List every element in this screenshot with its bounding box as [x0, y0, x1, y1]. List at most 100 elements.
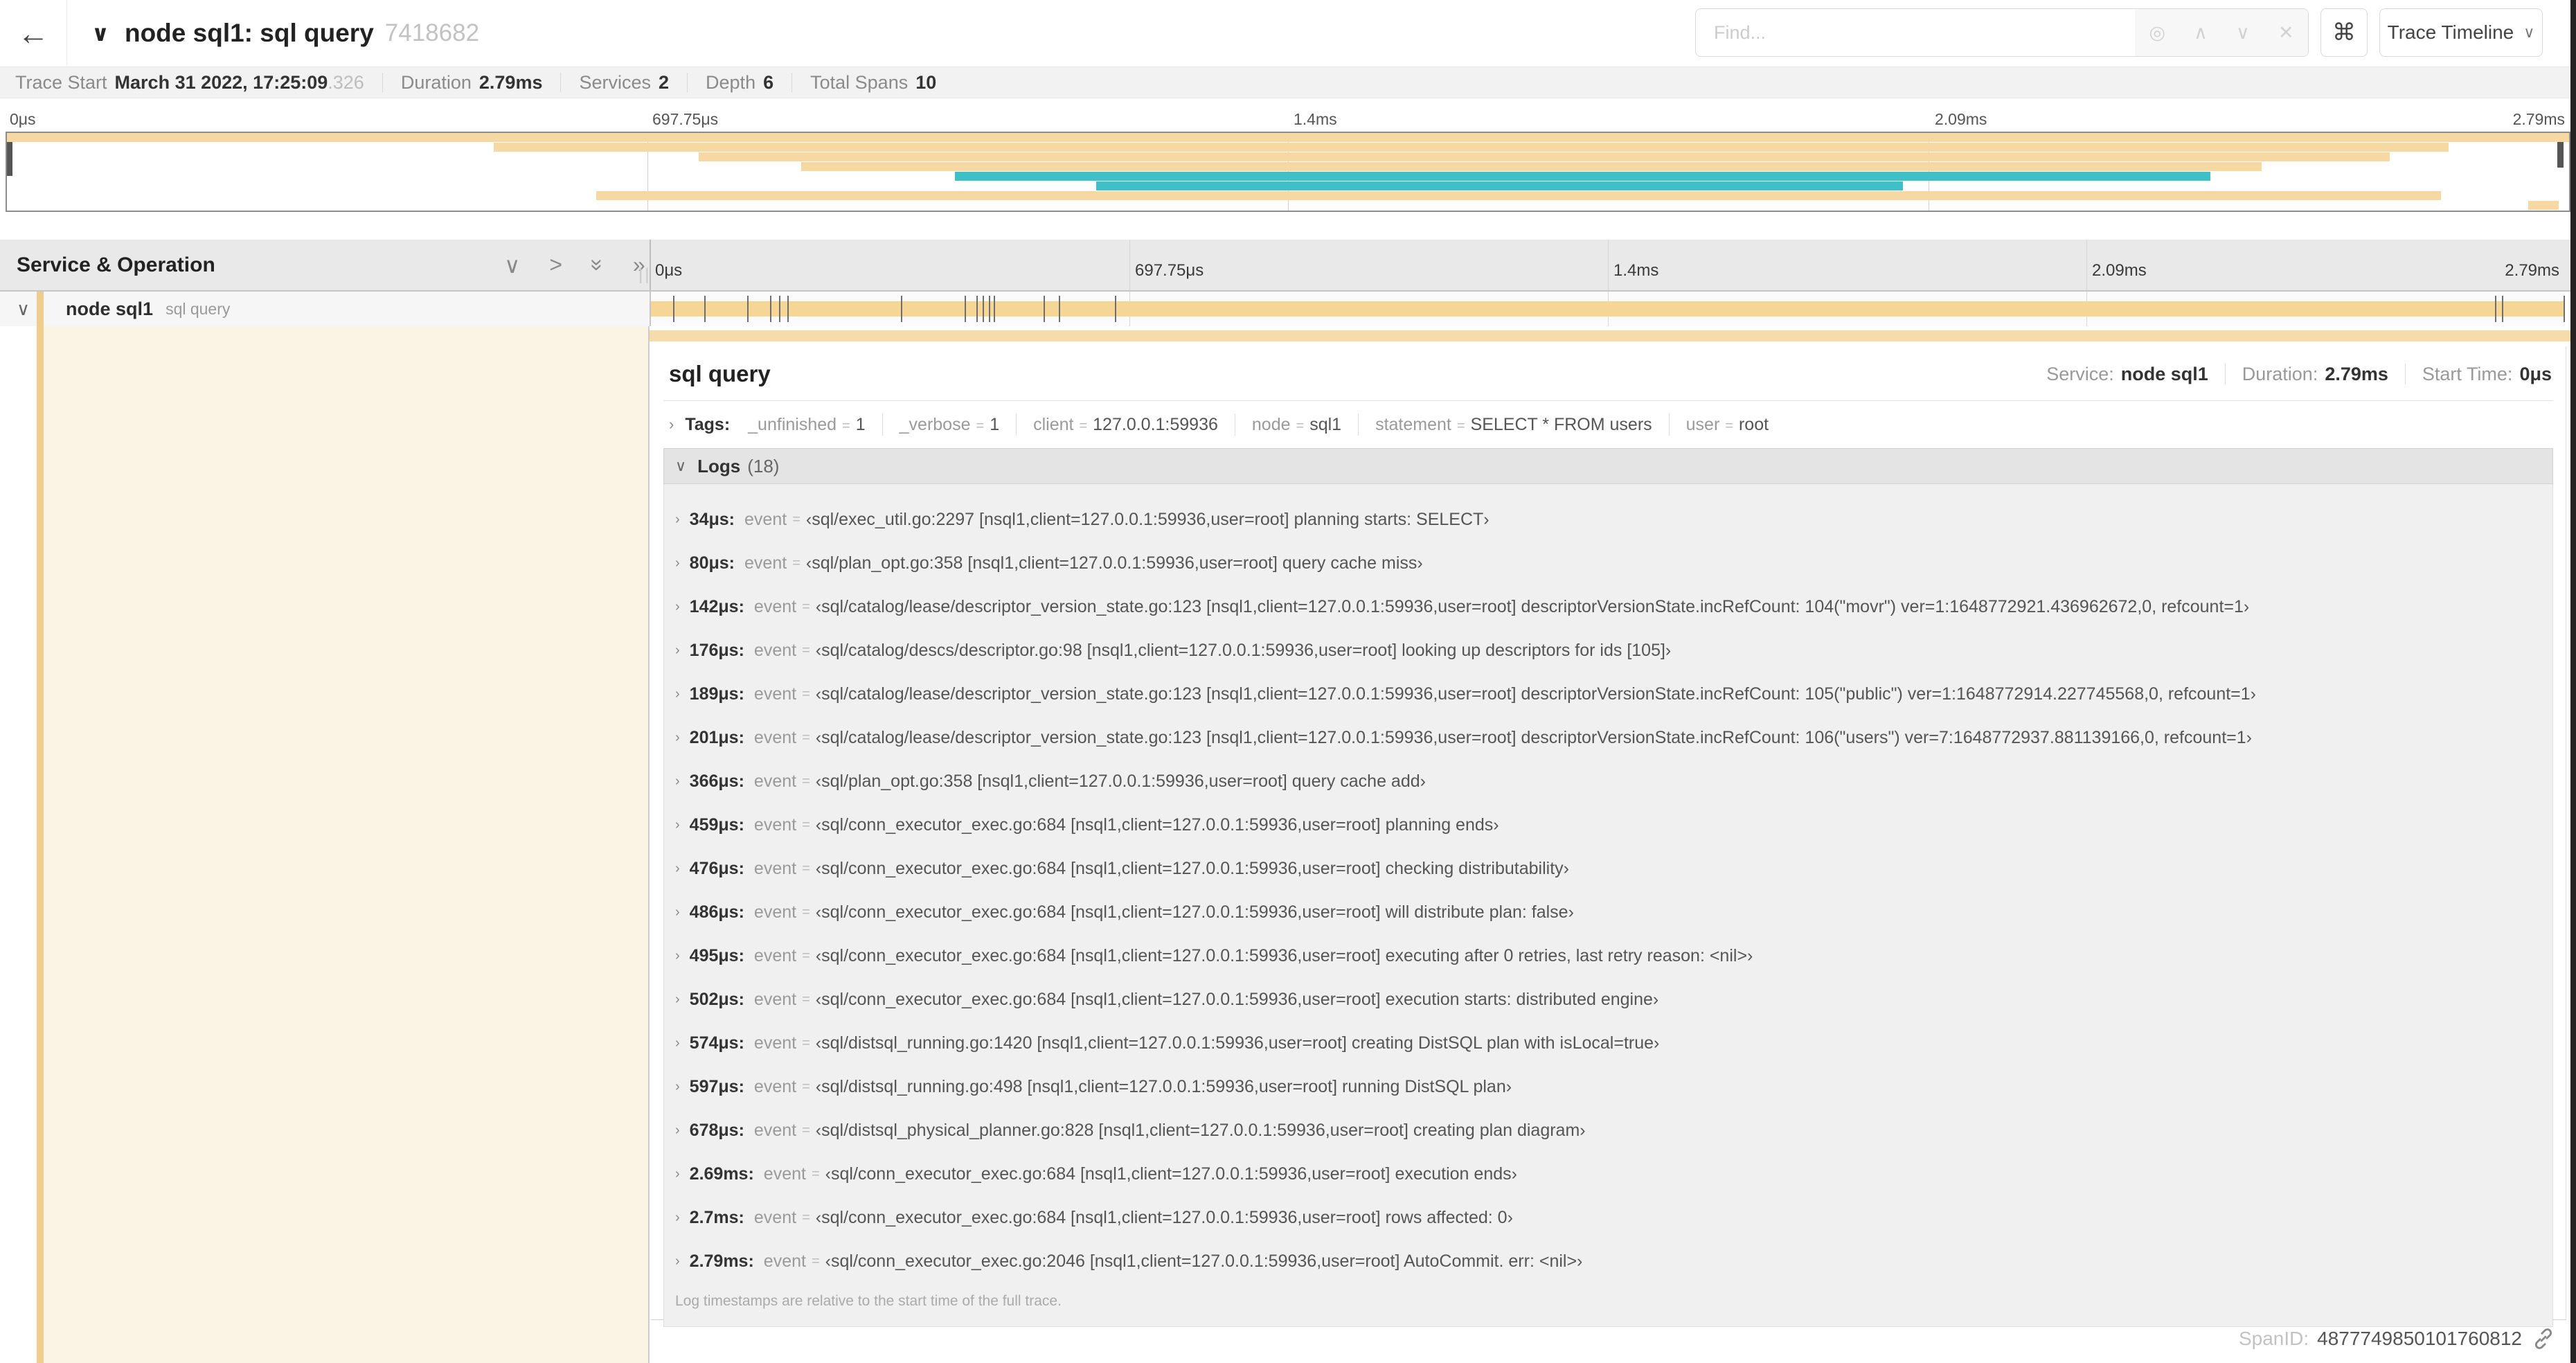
tag-item: client = 127.0.0.1:59936	[1033, 415, 1218, 435]
log-row[interactable]: › 476μs: event = ‹sql/conn_executor_exec.go:…	[664, 847, 2552, 891]
tags-expand-icon[interactable]: ›	[669, 416, 674, 434]
log-field-name: event	[763, 1164, 806, 1184]
log-row[interactable]: › 34μs: event = ‹sql/exec_util.go:2297 [nsql…	[664, 498, 2552, 542]
log-expand-icon[interactable]: ›	[675, 861, 680, 877]
tag-key: node	[1251, 414, 1291, 434]
log-row[interactable]: › 597μs: event = ‹sql/distsql_running.go:498…	[664, 1065, 2552, 1109]
tag-key: client	[1033, 414, 1074, 434]
tick-label: 2.09ms	[1935, 110, 1987, 128]
info-value: 2	[659, 71, 670, 93]
shortcuts-button[interactable]: ⌘	[2320, 8, 2368, 57]
divider	[1016, 413, 1017, 436]
log-row[interactable]: › 2.7ms: event = ‹sql/conn_executor_exec.go:…	[664, 1196, 2552, 1240]
tag-item: user = root	[1686, 415, 1769, 435]
log-timestamp: 142μs:	[689, 597, 744, 616]
log-expand-icon[interactable]: ›	[675, 1123, 680, 1139]
span-collapse-icon[interactable]: ∨	[17, 299, 30, 320]
service-operation-header: Service & Operation ∨ > » » ||	[0, 240, 650, 290]
log-row[interactable]: › 459μs: event = ‹sql/conn_executor_exec.go:…	[664, 803, 2552, 847]
log-expand-icon[interactable]: ›	[675, 599, 680, 615]
log-expand-icon[interactable]: ›	[675, 643, 680, 659]
span-detail-left-gutter	[0, 326, 650, 1363]
span-color-stripe	[37, 292, 44, 326]
expand-one-icon[interactable]: >	[549, 252, 562, 278]
collapse-trace-icon[interactable]: ∨	[91, 20, 109, 46]
log-field-name: event	[753, 728, 797, 747]
log-expand-icon[interactable]: ›	[675, 1166, 680, 1182]
equals-sign: =	[802, 1035, 810, 1051]
timeline-gridline	[1129, 240, 1130, 290]
logs-header[interactable]: ∨ Logs (18)	[663, 448, 2553, 484]
timeline-minimap[interactable]	[6, 132, 2570, 212]
span-row-timeline[interactable]	[650, 292, 2565, 326]
span-detail-accent-bar	[650, 330, 2570, 341]
log-expand-icon[interactable]: ›	[675, 512, 680, 528]
tag-value: 1	[855, 414, 866, 434]
log-expand-icon[interactable]: ›	[675, 555, 680, 571]
log-expand-icon[interactable]: ›	[675, 1035, 680, 1051]
locate-icon[interactable]: ◎	[2149, 22, 2166, 44]
log-expand-icon[interactable]: ›	[675, 774, 680, 790]
log-row[interactable]: › 80μs: event = ‹sql/plan_opt.go:358 [nsql1,…	[664, 542, 2552, 585]
log-row[interactable]: › 201μs: event = ‹sql/catalog/lease/descript…	[664, 716, 2552, 760]
divider	[1358, 413, 1359, 436]
collapse-one-icon[interactable]: ∨	[504, 252, 520, 278]
tag-value: SELECT * FROM users	[1470, 414, 1652, 434]
log-expand-icon[interactable]: ›	[675, 948, 680, 964]
log-row[interactable]: › 366μs: event = ‹sql/plan_opt.go:358 [nsql1…	[664, 760, 2552, 803]
chevron-down-icon: ∨	[2523, 24, 2535, 41]
log-expand-icon[interactable]: ›	[675, 730, 680, 746]
copy-link-icon[interactable]	[2532, 1327, 2555, 1351]
log-field-name: event	[753, 902, 797, 922]
equals-sign: =	[1296, 418, 1305, 434]
log-expand-icon[interactable]: ›	[675, 1079, 680, 1095]
log-row[interactable]: › 502μs: event = ‹sql/conn_executor_exec.go:…	[664, 978, 2552, 1022]
span-id-label: SpanID:	[2238, 1328, 2309, 1349]
log-row[interactable]: › 486μs: event = ‹sql/conn_executor_exec.go:…	[664, 891, 2552, 934]
log-row[interactable]: › 2.79ms: event = ‹sql/conn_executor_exec.go…	[664, 1240, 2552, 1283]
clear-find-icon[interactable]: ✕	[2278, 22, 2294, 44]
divider	[382, 73, 383, 92]
log-row[interactable]: › 176μs: event = ‹sql/catalog/descs/descript…	[664, 629, 2552, 672]
log-row[interactable]: › 2.69ms: event = ‹sql/conn_executor_exec.go…	[664, 1152, 2552, 1196]
log-row[interactable]: › 574μs: event = ‹sql/distsql_running.go:142…	[664, 1022, 2552, 1065]
find-input[interactable]	[1696, 9, 2135, 56]
logs-collapse-icon[interactable]: ∨	[675, 457, 686, 475]
log-expand-icon[interactable]: ›	[675, 905, 680, 920]
span-duration-bar[interactable]	[651, 301, 2565, 317]
log-marker	[1059, 296, 1061, 322]
prev-match-icon[interactable]: ∧	[2194, 22, 2208, 44]
tags-row[interactable]: › Tags: _unfinished = 1 _verbose = 1 client = 12…	[651, 401, 2566, 445]
log-marker	[983, 296, 985, 322]
span-row[interactable]: ∨ node sql1 sql query	[0, 292, 2570, 326]
log-row[interactable]: › 495μs: event = ‹sql/conn_executor_exec.go:…	[664, 934, 2552, 978]
log-expand-icon[interactable]: ›	[675, 1254, 680, 1270]
log-value: ‹sql/conn_executor_exec.go:2046 [nsql1,c…	[825, 1251, 1583, 1271]
info-label: Depth	[706, 71, 756, 93]
log-expand-icon[interactable]: ›	[675, 817, 680, 833]
log-marker	[1043, 296, 1045, 322]
log-timestamp: 34μs:	[689, 510, 735, 529]
next-match-icon[interactable]: ∨	[2236, 22, 2250, 44]
log-value: ‹sql/exec_util.go:2297 [nsql1,client=127…	[805, 510, 1490, 529]
span-row-name-column[interactable]: ∨ node sql1 sql query	[0, 292, 650, 326]
log-marker	[994, 296, 996, 322]
log-row[interactable]: › 189μs: event = ‹sql/catalog/lease/descript…	[664, 672, 2552, 716]
log-value: ‹sql/conn_executor_exec.go:684 [nsql1,cl…	[815, 859, 1569, 878]
span-id-row: SpanID: 4877749850101760812	[2239, 1327, 2555, 1351]
log-marker	[2501, 296, 2503, 322]
collapse-all-icon[interactable]: »	[585, 259, 611, 271]
log-row[interactable]: › 678μs: event = ‹sql/distsql_physical_plann…	[664, 1109, 2552, 1152]
log-expand-icon[interactable]: ›	[675, 686, 680, 702]
find-controls: ◎ ∧ ∨ ✕	[2135, 9, 2308, 56]
info-label: Duration	[400, 71, 472, 93]
log-row[interactable]: › 142μs: event = ‹sql/catalog/lease/descript…	[664, 585, 2552, 629]
back-button[interactable]: ←	[0, 0, 67, 66]
log-expand-icon[interactable]: ›	[675, 1210, 680, 1226]
minimap-span-bar	[2528, 201, 2559, 210]
view-selector-button[interactable]: Trace Timeline ∨	[2379, 8, 2543, 57]
log-expand-icon[interactable]: ›	[675, 992, 680, 1008]
minimap-span-bar	[699, 152, 2390, 161]
tag-value: root	[1738, 414, 1769, 434]
log-value: ‹sql/catalog/descs/descriptor.go:98 [nsq…	[815, 641, 1672, 660]
